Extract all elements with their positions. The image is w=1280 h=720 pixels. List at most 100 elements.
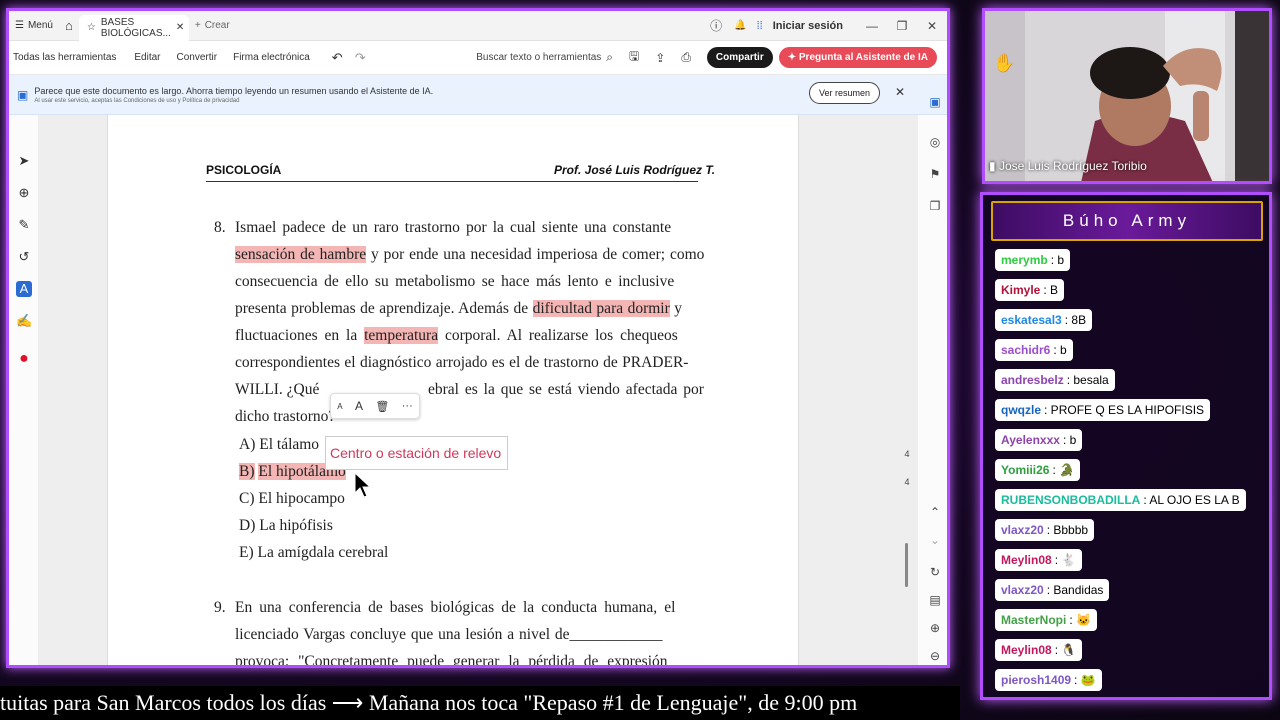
chat-username: eskatesal3 <box>1001 313 1062 327</box>
chat-text: : AL OJO ES LA B <box>1143 493 1240 507</box>
teacher-header: Prof. José Luis Rodríguez T. <box>554 163 716 177</box>
share-button[interactable]: Compartir <box>706 47 773 68</box>
chat-message: RUBENSONBOBADILLA: AL OJO ES LA B <box>995 489 1246 511</box>
chat-message: vlaxz20: Bbbbb <box>995 519 1095 541</box>
chevron-up-icon[interactable]: ⌃ <box>927 505 943 519</box>
signin-button[interactable]: Iniciar sesión <box>767 20 857 32</box>
highlight-temperature[interactable]: temperatura <box>364 327 439 344</box>
save-icon[interactable]: 🖫 <box>621 47 647 68</box>
ai-panel-icon[interactable]: ▣ <box>927 95 943 109</box>
chat-message: merymb: b <box>995 249 1071 271</box>
view-summary-button[interactable]: Ver resumen <box>809 82 881 104</box>
browser-tab[interactable]: ☆ BASES BIOLÓGICAS... ✕ <box>78 14 189 41</box>
chat-text: : 🐸 <box>1074 673 1096 687</box>
option-text: La amígdala cerebral <box>257 544 389 561</box>
convert-tab[interactable]: Convertir <box>171 52 224 63</box>
restore-icon[interactable]: ❐ <box>887 19 917 33</box>
scrollbar[interactable] <box>905 543 908 587</box>
edit-tab[interactable]: Editar <box>128 52 166 63</box>
chat-message: sachidr6: b <box>995 339 1073 361</box>
redo-icon[interactable]: ↷ <box>349 50 372 66</box>
q9-line-2: licenciado Vargas concluye que una lesió… <box>235 626 663 643</box>
minimize-icon[interactable]: — <box>857 19 887 33</box>
copy-icon[interactable]: ❐ <box>927 199 943 213</box>
color-picker-icon[interactable]: ● <box>16 351 32 367</box>
stamp-tool-icon[interactable]: ✍ <box>16 313 32 329</box>
all-tools-tab[interactable]: Todas las herramientas <box>9 52 122 63</box>
text-tool-icon[interactable]: A <box>16 281 32 297</box>
chat-username: sachidr6 <box>1001 343 1051 357</box>
q8-line-2: sensación de hambre y por ende una neces… <box>235 246 704 264</box>
page-indicator: 4 4 <box>897 440 917 496</box>
ticker-text: tuitas para San Marcos todos los días ⟶ … <box>0 690 858 715</box>
menu-button[interactable]: ☰ Menú <box>9 11 59 40</box>
print-icon[interactable]: ⎙ <box>673 50 699 65</box>
text-comment-box[interactable]: Centro o estación de relevo <box>325 436 508 470</box>
search-icon[interactable]: ⌕ <box>606 50 613 65</box>
close-banner-icon[interactable]: ✕ <box>895 85 905 99</box>
chat-title: Búho Army <box>991 201 1263 241</box>
more-options-icon[interactable]: ··· <box>402 400 413 412</box>
text-run: corporal. Al realizarse los chequeos <box>438 327 678 344</box>
font-larger-icon[interactable]: A <box>355 399 363 413</box>
option-text: El hipocampo <box>258 490 345 507</box>
text-run: consecuencia de ello su metabolismo se h… <box>235 273 675 290</box>
chat-text: : b <box>1050 253 1065 267</box>
ai-assistant-button[interactable]: ✦ Pregunta al Asistente de IA <box>778 47 937 68</box>
search-tools-input[interactable]: Buscar texto o herramientas <box>476 52 601 63</box>
apps-grid-icon[interactable]: ⁞⁞ <box>753 20 767 32</box>
header-divider <box>206 181 698 182</box>
esign-tab[interactable]: Firma electrónica <box>227 52 316 63</box>
highlight-sleep[interactable]: dificultad para dormir <box>532 300 670 317</box>
hamburger-icon: ☰ <box>15 20 24 31</box>
chat-text: : Bandidas <box>1046 583 1104 597</box>
home-button[interactable]: ⌂ <box>59 11 79 40</box>
help-icon[interactable]: ⓘ <box>704 17 728 34</box>
document-icon[interactable]: ▤ <box>927 593 943 607</box>
comments-icon[interactable]: ◎ <box>927 135 943 149</box>
plus-icon: + <box>194 20 201 31</box>
chat-username: Meylin08 <box>1001 643 1052 657</box>
new-tab-label: Crear <box>204 20 230 31</box>
hand-emoji-icon: ✋ <box>993 52 1015 73</box>
option-letter: E) <box>239 544 254 561</box>
refresh-icon[interactable]: ↻ <box>927 565 943 579</box>
pen-tool-icon[interactable]: ✎ <box>16 217 32 233</box>
new-tab-button[interactable]: + Crear <box>189 11 236 40</box>
q8-line-8: dicho trastorno? <box>235 408 335 426</box>
comment-tool-icon[interactable]: ⊕ <box>16 185 32 201</box>
font-smaller-icon[interactable]: A <box>337 402 342 411</box>
chevron-down-icon[interactable]: ⌄ <box>927 533 943 547</box>
text-run: WILLI. ¿Qué <box>235 381 320 398</box>
lasso-tool-icon[interactable]: ↺ <box>16 249 32 265</box>
chat-message: Meylin08: 🐧 <box>995 639 1083 661</box>
chat-message: Kimyle: B <box>995 279 1065 301</box>
ai-sparkle-icon: ▣ <box>17 87 29 102</box>
cursor-tool-icon[interactable]: ➤ <box>16 153 32 169</box>
signal-bars-icon: ▮ <box>989 159 996 173</box>
undo-icon[interactable]: ↶ <box>326 50 349 66</box>
bell-icon[interactable]: 🔔 <box>728 20 752 31</box>
chat-message: vlaxz20: Bandidas <box>995 579 1110 601</box>
highlight-hunger[interactable]: sensación de hambre <box>235 246 367 263</box>
chat-text: : 🐱 <box>1069 613 1091 627</box>
upload-icon[interactable]: ⇪ <box>647 51 673 65</box>
acrobat-toolbar: Todas las herramientas Editar Convertir … <box>9 41 947 75</box>
chat-username: Yomiii26 <box>1001 463 1050 477</box>
chat-username: andresbelz <box>1001 373 1064 387</box>
chat-text: : 🐇 <box>1054 553 1077 567</box>
chat-username: qwqzle <box>1001 403 1042 417</box>
webcam-nameplate: ▮ Jose Luis Rodríguez Toribio <box>989 159 1147 173</box>
bookmark-icon[interactable]: ⚑ <box>927 167 943 181</box>
zoom-in-icon[interactable]: ⊕ <box>927 621 943 635</box>
zoom-out-icon[interactable]: ⊖ <box>927 649 943 663</box>
chat-text: : b <box>1053 343 1067 357</box>
chat-username: MasterNopi <box>1001 613 1067 627</box>
close-icon[interactable]: ✕ <box>176 22 184 33</box>
chat-username: RUBENSONBOBADILLA <box>1001 493 1141 507</box>
trash-icon[interactable]: 🗑 <box>375 400 389 413</box>
question-number: 9. <box>214 599 226 616</box>
chat-username: pierosh1409 <box>1001 673 1072 687</box>
close-window-icon[interactable]: ✕ <box>917 19 947 33</box>
q8-line-1: Ismael padece de un raro trastorno por l… <box>235 219 671 237</box>
